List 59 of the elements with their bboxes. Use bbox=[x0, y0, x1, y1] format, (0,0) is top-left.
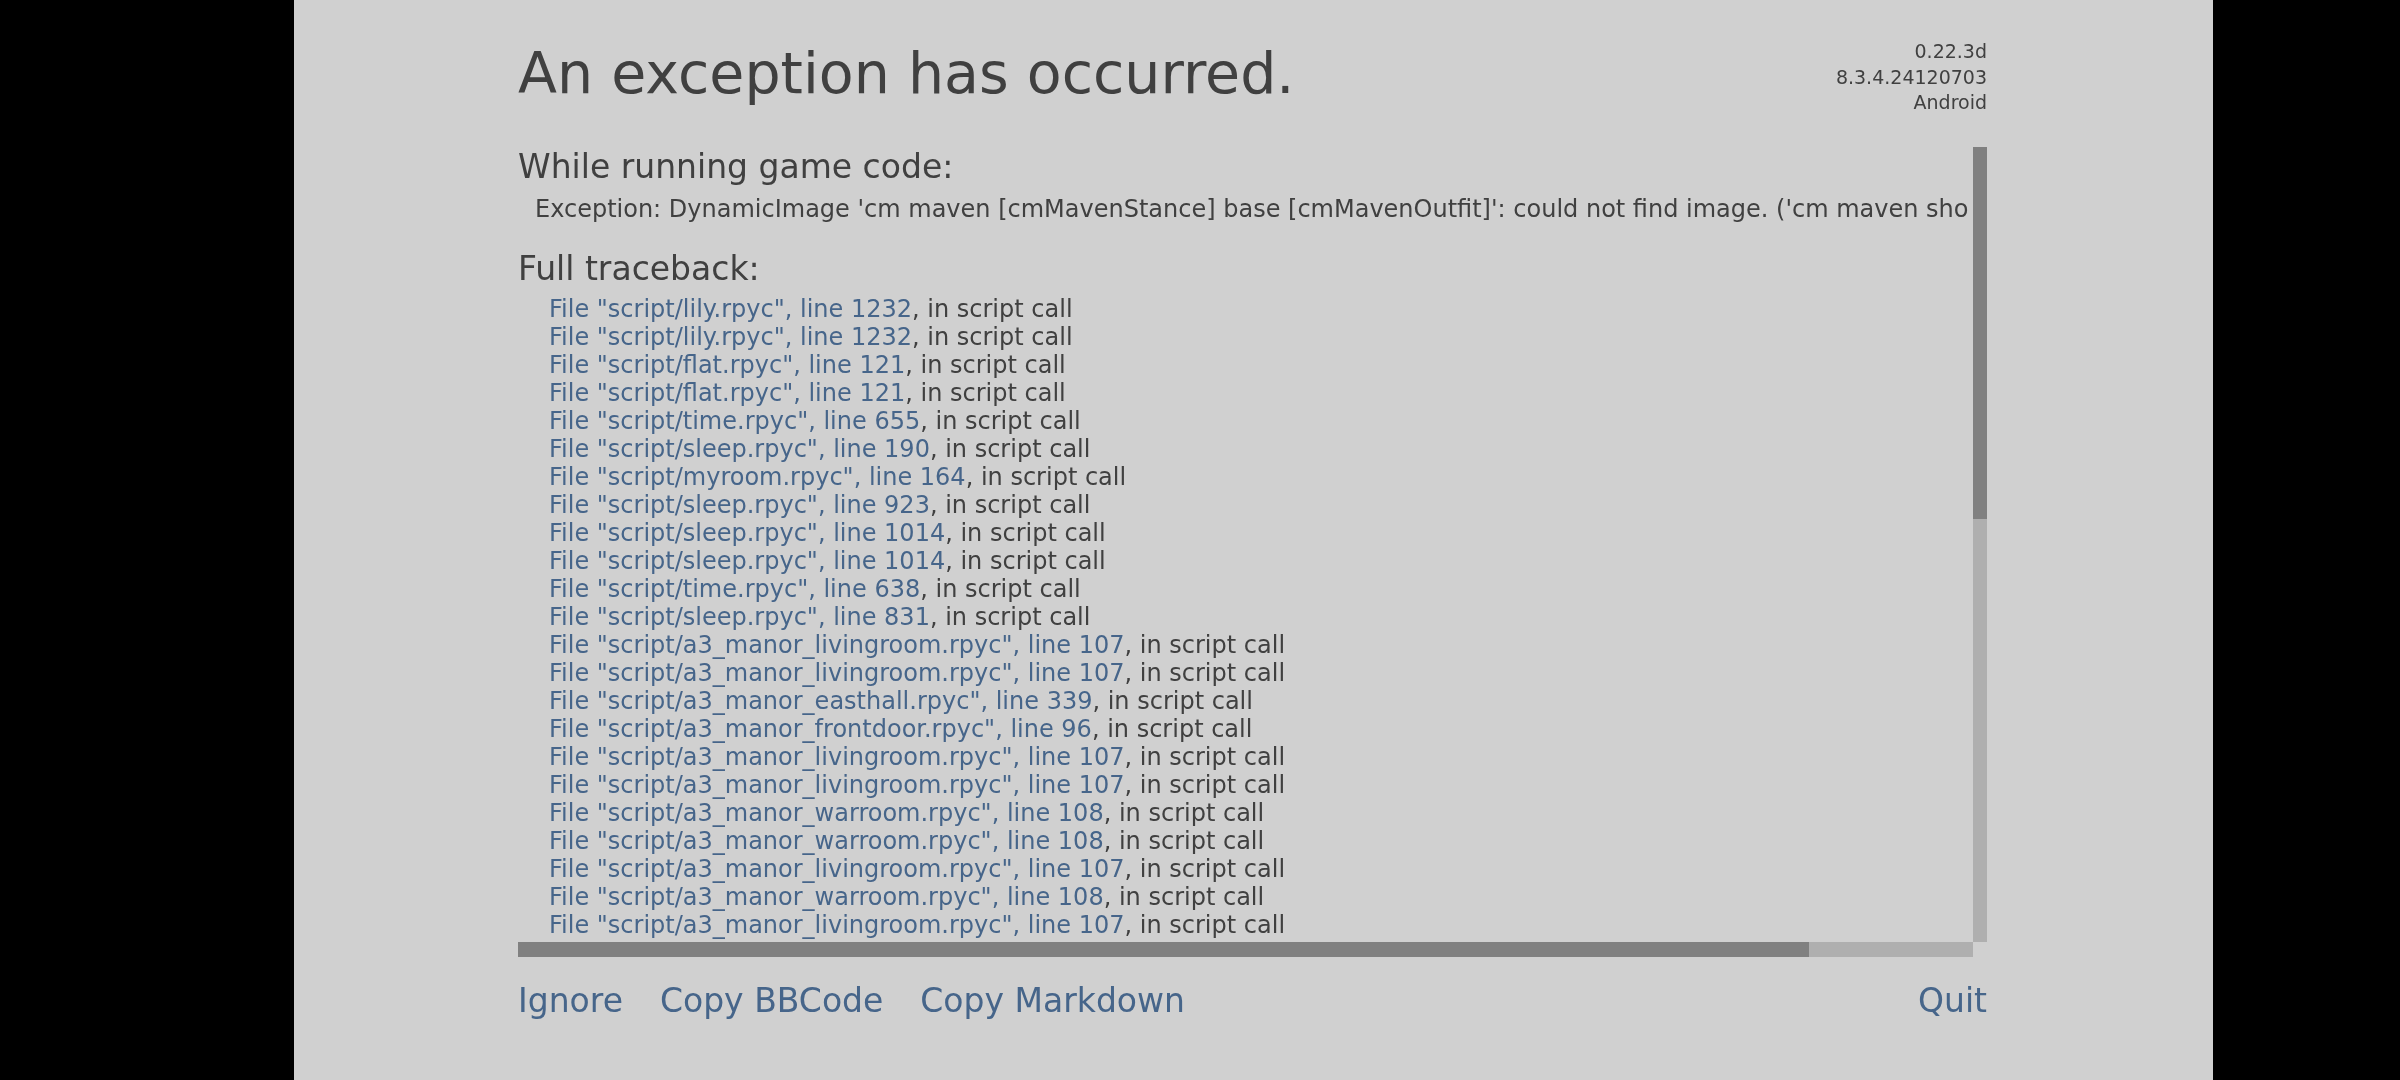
traceback-line: File "script/a3_manor_warroom.rpyc", line 108, in script call bbox=[549, 799, 1265, 827]
file-link[interactable]: File "script/sleep.rpyc", line 190 bbox=[549, 435, 930, 463]
file-link[interactable]: File "script/lily.rpyc", line 1232 bbox=[549, 323, 913, 351]
file-link[interactable]: File "script/a3_manor_warroom.rpyc", line 108 bbox=[549, 827, 1104, 855]
traceback-line: File "script/a3_manor_easthall.rpyc", line 339, in script call bbox=[549, 687, 1253, 715]
file-link[interactable]: File "script/sleep.rpyc", line 923 bbox=[549, 491, 930, 519]
traceback-line: File "script/a3_manor_livingroom.rpyc", line 107, in script call bbox=[549, 771, 1286, 799]
file-link[interactable]: File "script/flat.rpyc", line 121 bbox=[549, 379, 906, 407]
file-link[interactable]: File "script/sleep.rpyc", line 1014 bbox=[549, 547, 946, 575]
traceback-line: File "script/a3_manor_warroom.rpyc", line 108, in script call bbox=[549, 883, 1265, 911]
traceback-line: File "script/a3_manor_livingroom.rpyc", line 107, in script call bbox=[549, 911, 1286, 939]
traceback-line: File "script/a3_manor_warroom.rpyc", line 108, in script call bbox=[549, 827, 1265, 855]
traceback-line: File "script/flat.rpyc", line 121, in script call bbox=[549, 351, 1066, 379]
vertical-scrollbar[interactable] bbox=[1973, 147, 1987, 942]
file-link[interactable]: File "script/sleep.rpyc", line 1014 bbox=[549, 519, 946, 547]
file-link[interactable]: File "script/lily.rpyc", line 1232 bbox=[549, 295, 913, 323]
version-text: Android bbox=[1913, 90, 1987, 115]
quit-button[interactable]: Quit bbox=[1918, 981, 1987, 1021]
traceback-line: File "script/sleep.rpyc", line 923, in script call bbox=[549, 491, 1091, 519]
traceback-line: File "script/a3_manor_livingroom.rpyc", line 107, in script call bbox=[549, 855, 1286, 883]
traceback-line: File "script/sleep.rpyc", line 190, in script call bbox=[549, 435, 1091, 463]
action-button[interactable]: Ignore bbox=[518, 981, 623, 1021]
action-button[interactable]: Copy BBCode bbox=[659, 981, 884, 1021]
traceback-line: File "script/time.rpyc", line 655, in script call bbox=[549, 407, 1081, 435]
file-link[interactable]: File "script/a3_manor_livingroom.rpyc", line 107 bbox=[549, 659, 1125, 687]
error-title: An exception has occurred. bbox=[518, 39, 1295, 107]
file-link[interactable]: File "script/time.rpyc", line 655 bbox=[549, 407, 921, 435]
action-button[interactable]: Copy Markdown bbox=[920, 981, 1185, 1021]
version-text: 0.22.3d bbox=[1914, 39, 1987, 64]
file-link[interactable]: File "script/a3_manor_easthall.rpyc", line 339 bbox=[549, 687, 1093, 715]
section-heading: Full traceback: bbox=[518, 249, 760, 289]
traceback-line: File "script/sleep.rpyc", line 1014, in script call bbox=[549, 519, 1106, 547]
file-link[interactable]: File "script/a3_manor_livingroom.rpyc", line 107 bbox=[549, 771, 1125, 799]
section-heading: While running game code: bbox=[518, 147, 954, 187]
file-link[interactable]: File "script/myroom.rpyc", line 164 bbox=[549, 463, 966, 491]
version-text: 8.3.4.24120703 bbox=[1835, 64, 1987, 90]
traceback-line: File "script/flat.rpyc", line 121, in script call bbox=[549, 379, 1066, 407]
file-link[interactable]: File "script/a3_manor_livingroom.rpyc", line 107 bbox=[549, 631, 1125, 659]
file-link[interactable]: File "script/a3_manor_livingroom.rpyc", line 107 bbox=[549, 855, 1125, 883]
file-link[interactable]: File "script/a3_manor_livingroom.rpyc", line 107 bbox=[549, 911, 1125, 939]
traceback-line: File "script/lily.rpyc", line 1232, in script call bbox=[549, 295, 1073, 323]
traceback-line: File "script/lily.rpyc", line 1232, in script call bbox=[549, 323, 1073, 351]
file-link[interactable]: File "script/time.rpyc", line 638 bbox=[549, 575, 921, 603]
traceback-line: File "script/a3_manor_frontdoor.rpyc", line 96, in script call bbox=[549, 715, 1253, 743]
file-link[interactable]: File "script/a3_manor_livingroom.rpyc", line 107 bbox=[549, 743, 1125, 771]
file-link[interactable]: File "script/a3_manor_warroom.rpyc", line 108 bbox=[549, 799, 1104, 827]
traceback-line: File "script/a3_manor_livingroom.rpyc", line 107, in script call bbox=[549, 659, 1286, 687]
traceback-line: File "script/time.rpyc", line 638, in script call bbox=[549, 575, 1081, 603]
traceback-line: File "script/a3_manor_livingroom.rpyc", line 107, in script call bbox=[549, 743, 1286, 771]
traceback-line: File "script/myroom.rpyc", line 164, in script call bbox=[549, 463, 1127, 491]
file-link[interactable]: File "script/sleep.rpyc", line 831 bbox=[549, 603, 930, 631]
traceback-line: File "script/sleep.rpyc", line 1014, in script call bbox=[549, 547, 1106, 575]
scrollbar-thumb[interactable] bbox=[1973, 147, 1987, 519]
file-link[interactable]: File "script/a3_manor_frontdoor.rpyc", line 96 bbox=[549, 715, 1092, 743]
traceback-line: File "script/a3_manor_livingroom.rpyc", line 107, in script call bbox=[549, 631, 1286, 659]
exception-message: Exception: DynamicImage 'cm maven [cmMavenStance] base [cmMavenOutfit]': could not find image. ('cm maven sho bbox=[535, 195, 1969, 223]
traceback-line: File "script/sleep.rpyc", line 831, in script call bbox=[549, 603, 1091, 631]
file-link[interactable]: File "script/a3_manor_warroom.rpyc", line 108 bbox=[549, 883, 1104, 911]
file-link[interactable]: File "script/flat.rpyc", line 121 bbox=[549, 351, 906, 379]
